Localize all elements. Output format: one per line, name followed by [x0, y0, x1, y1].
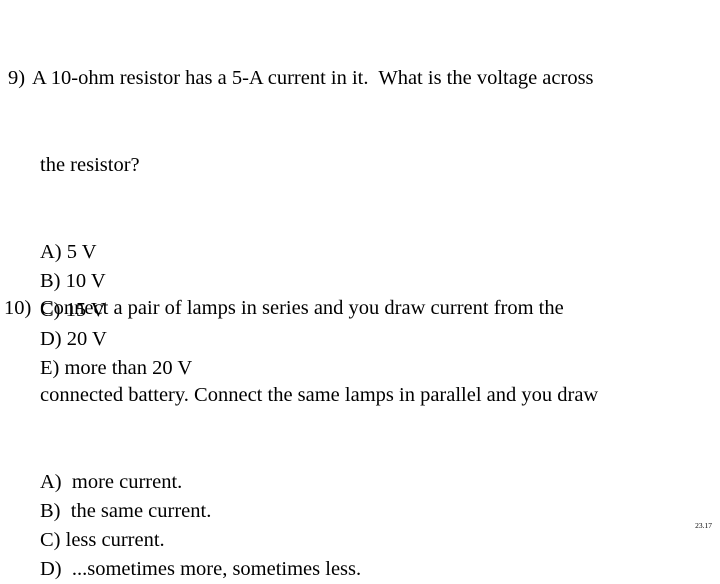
question-stem-text: Connect a pair of lamps in series and yo… — [40, 297, 564, 319]
question-stem-line: the resistor? — [40, 154, 140, 176]
question-stem-line: 9) A 10-ohm resistor has a 5-A current in… — [0, 64, 720, 93]
question-stem-line: connected battery. Connect the same lamp… — [40, 384, 599, 406]
question-stem-text: A 10-ohm resistor has a 5-A current in i… — [32, 67, 594, 89]
answer-option-a[interactable]: A) more current. — [0, 468, 720, 497]
slide-canvas: 9) A 10-ohm resistor has a 5-A current in… — [0, 0, 720, 580]
question-number: 10) — [4, 297, 32, 319]
slide-number: 23.17 — [695, 521, 712, 530]
answer-option-c[interactable]: C) less current. — [0, 526, 720, 555]
answer-option-list: A) more current. B) the same current. C)… — [0, 468, 720, 584]
question-stem: 10) Connect a pair of lamps in series and… — [0, 236, 720, 468]
question-stem: 9) A 10-ohm resistor has a 5-A current in… — [0, 6, 720, 238]
question-block-10: 10) Connect a pair of lamps in series and… — [0, 236, 720, 584]
answer-option-b[interactable]: B) the same current. — [0, 497, 720, 526]
answer-option-d[interactable]: D) ...sometimes more, sometimes less. — [0, 555, 720, 584]
question-number: 9) — [8, 67, 26, 89]
question-stem-line: 10) Connect a pair of lamps in series and… — [0, 294, 720, 323]
